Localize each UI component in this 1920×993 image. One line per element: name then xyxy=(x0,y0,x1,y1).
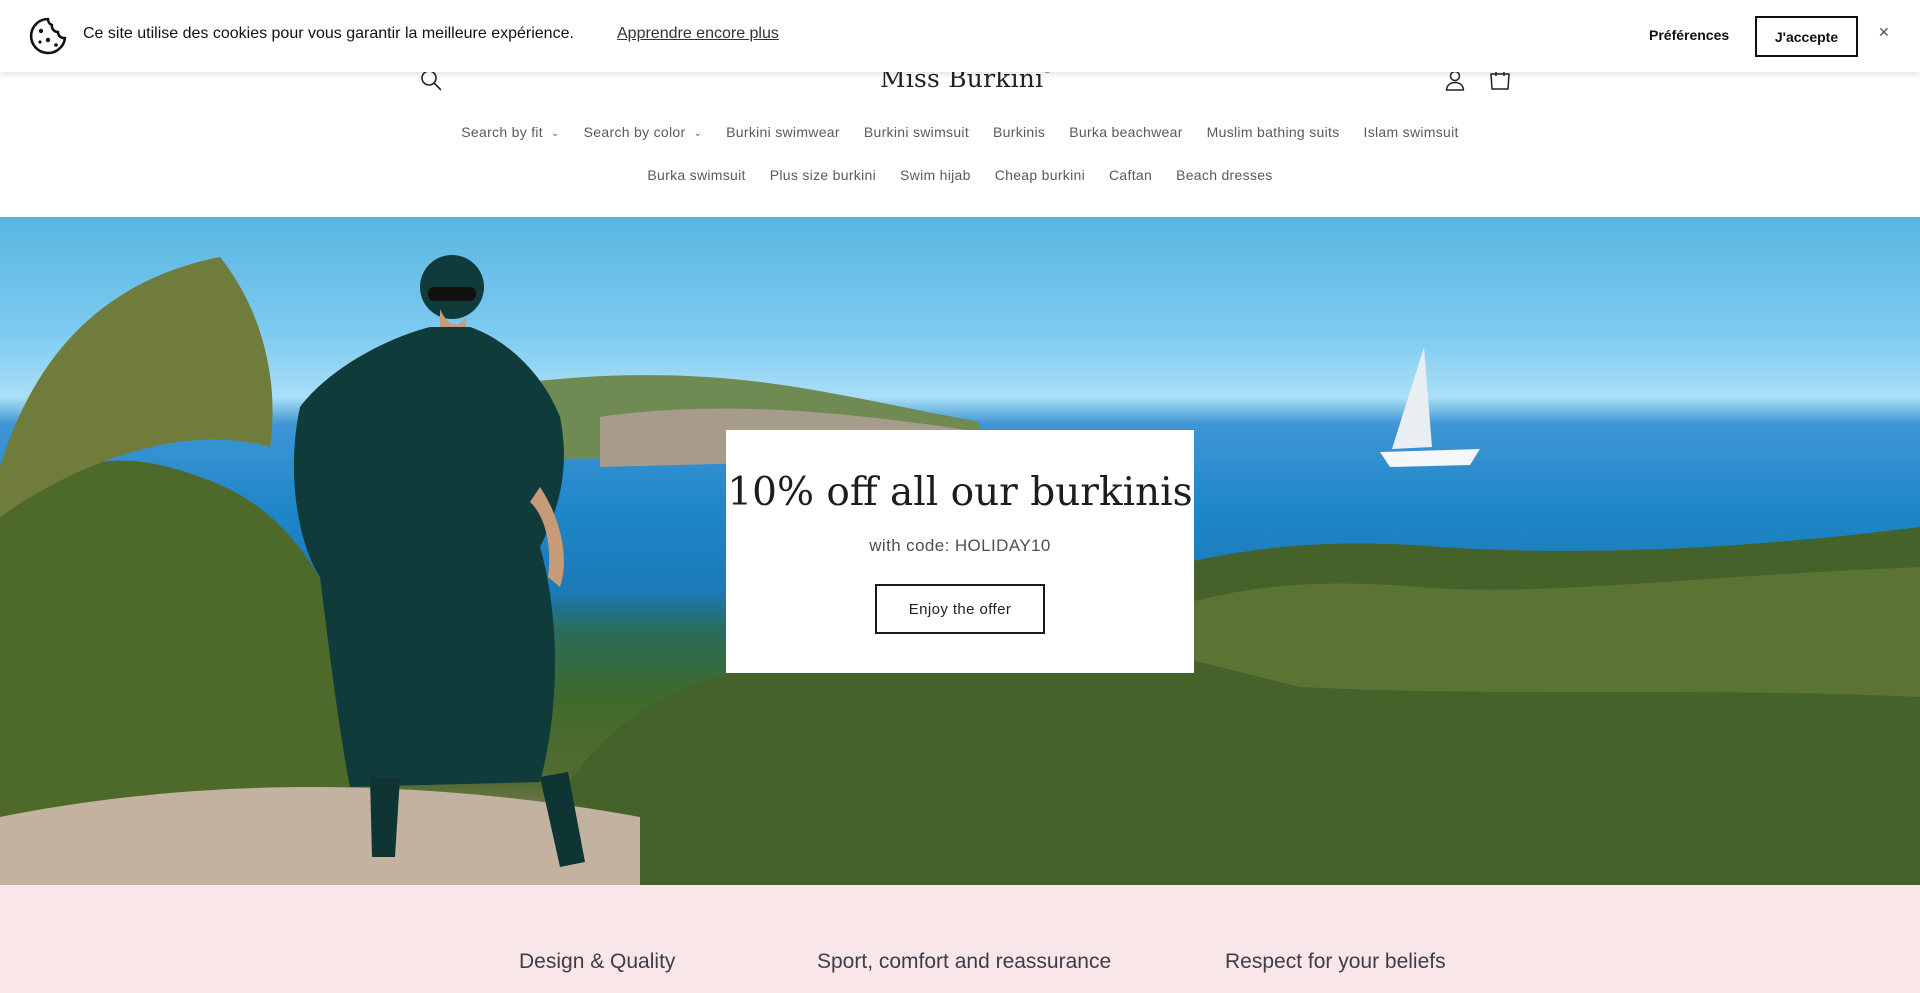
nav-search-by-fit[interactable]: Search by fit ⌄ xyxy=(461,124,559,140)
hero-banner: 10% off all our burkinis with code: HOLI… xyxy=(0,217,1920,885)
cookie-message: Ce site utilise des cookies pour vous ga… xyxy=(83,25,574,42)
features-strip: Design & Quality Sport, comfort and reas… xyxy=(0,885,1920,993)
chevron-down-icon: ⌄ xyxy=(693,127,703,139)
nav-burka-swimsuit[interactable]: Burka swimsuit xyxy=(647,167,745,183)
nav-burkinis[interactable]: Burkinis xyxy=(993,124,1045,140)
promo-title: 10% off all our burkinis xyxy=(727,470,1193,515)
nav-burkini-swimwear[interactable]: Burkini swimwear xyxy=(726,124,840,140)
promo-subtitle: with code: HOLIDAY10 xyxy=(869,536,1051,555)
nav-label: Search by fit xyxy=(461,124,543,140)
search-icon[interactable] xyxy=(420,69,442,91)
feature-respect-beliefs: Respect for your beliefs xyxy=(1225,950,1446,973)
nav-muslim-bathing-suits[interactable]: Muslim bathing suits xyxy=(1207,124,1340,140)
nav-label: Search by color xyxy=(583,124,686,140)
feature-design-quality: Design & Quality xyxy=(519,950,676,973)
preferences-button[interactable]: Préférences xyxy=(1649,27,1729,43)
nav-search-by-color[interactable]: Search by color ⌄ xyxy=(584,124,702,140)
nav-burkini-swimsuit[interactable]: Burkini swimsuit xyxy=(864,124,969,140)
feature-sport-comfort: Sport, comfort and reassurance xyxy=(817,950,1112,973)
cookie-banner: Ce site utilise des cookies pour vous ga… xyxy=(0,0,1920,72)
close-icon[interactable]: ✕ xyxy=(1878,24,1890,41)
promo-card: 10% off all our burkinis with code: HOLI… xyxy=(726,430,1194,673)
chevron-down-icon: ⌄ xyxy=(550,127,560,139)
nav-caftan[interactable]: Caftan xyxy=(1109,167,1152,183)
enjoy-offer-button[interactable]: Enjoy the offer xyxy=(875,584,1045,634)
learn-more-link[interactable]: Apprendre encore plus xyxy=(617,25,779,43)
nav-beach-dresses[interactable]: Beach dresses xyxy=(1176,167,1273,183)
nav-swim-hijab[interactable]: Swim hijab xyxy=(900,167,971,183)
cookie-icon xyxy=(28,16,68,56)
main-nav-row-1: Search by fit ⌄ Search by color ⌄ Burkini … xyxy=(0,124,1920,140)
nav-islam-swimsuit[interactable]: Islam swimsuit xyxy=(1364,124,1459,140)
nav-plus-size-burkini[interactable]: Plus size burkini xyxy=(770,167,876,183)
accept-cookies-button[interactable]: J'accepte xyxy=(1755,16,1858,57)
nav-cheap-burkini[interactable]: Cheap burkini xyxy=(995,167,1085,183)
nav-burka-beachwear[interactable]: Burka beachwear xyxy=(1069,124,1182,140)
main-nav-row-2: Burka swimsuit Plus size burkini Swim hi… xyxy=(0,167,1920,183)
